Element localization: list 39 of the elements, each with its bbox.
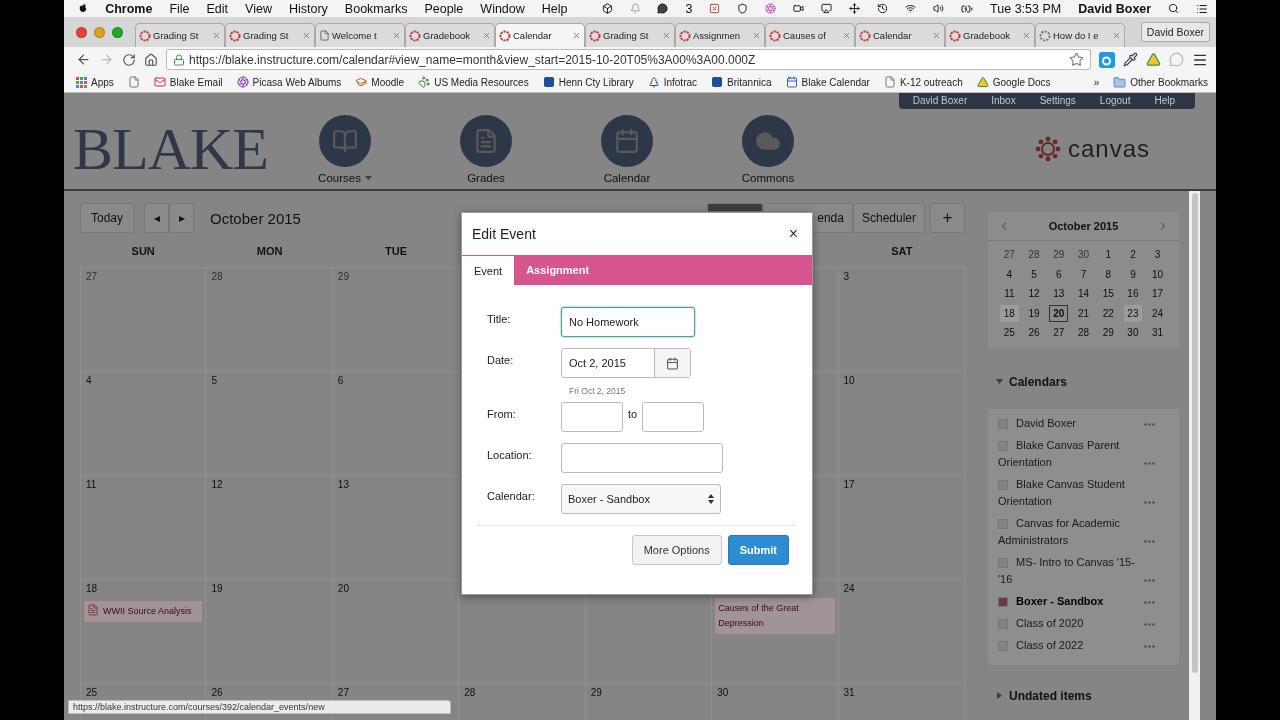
- day-number: 6: [336, 375, 345, 386]
- day-number: 18: [85, 583, 99, 594]
- field-label: Title:: [487, 312, 512, 325]
- field-label: Calendar:: [487, 489, 536, 502]
- day-number: 13: [336, 479, 350, 490]
- day-number: 5: [210, 375, 218, 386]
- date-hint: Fri Oct 2, 2015: [568, 386, 627, 396]
- field-label: Date:: [487, 353, 515, 366]
- field-label: From:: [487, 407, 517, 420]
- weekday-header: SUN: [130, 245, 156, 259]
- day-number: 25: [85, 687, 99, 698]
- dialog-title: Edit Event: [472, 226, 536, 242]
- day-number: 29: [589, 687, 603, 698]
- day-number: 26: [210, 687, 224, 698]
- day-number: 28: [463, 687, 477, 698]
- day-number: 31: [842, 687, 856, 698]
- field-label: Location:: [487, 448, 533, 461]
- day-number: 17: [842, 479, 856, 490]
- weekday-header: SAT: [890, 245, 914, 259]
- day-number: 3: [842, 271, 851, 282]
- day-number: 20: [336, 583, 350, 594]
- day-number: 12: [210, 479, 224, 490]
- day-number: 30: [716, 687, 730, 698]
- day-number: 19: [210, 583, 224, 594]
- day-number: 28: [210, 271, 224, 282]
- weekday-header: MON: [255, 245, 284, 259]
- to-label: to: [628, 408, 638, 420]
- day-number: 24: [842, 583, 856, 594]
- day-number: 27: [85, 271, 99, 282]
- day-number: 10: [842, 375, 856, 386]
- weekday-header: TUE: [384, 245, 409, 259]
- day-number: 11: [85, 479, 98, 490]
- brand-name: canvas: [1067, 135, 1150, 163]
- mini-calendar-title: October 2015: [1048, 220, 1119, 232]
- day-number: 27: [336, 687, 350, 698]
- day-number: 4: [85, 375, 93, 386]
- day-number: 29: [336, 271, 350, 282]
- status-url: https://blake.instructure.com/courses/392/calendar_events/new: [68, 700, 451, 714]
- month-title: October 2015: [210, 209, 301, 227]
